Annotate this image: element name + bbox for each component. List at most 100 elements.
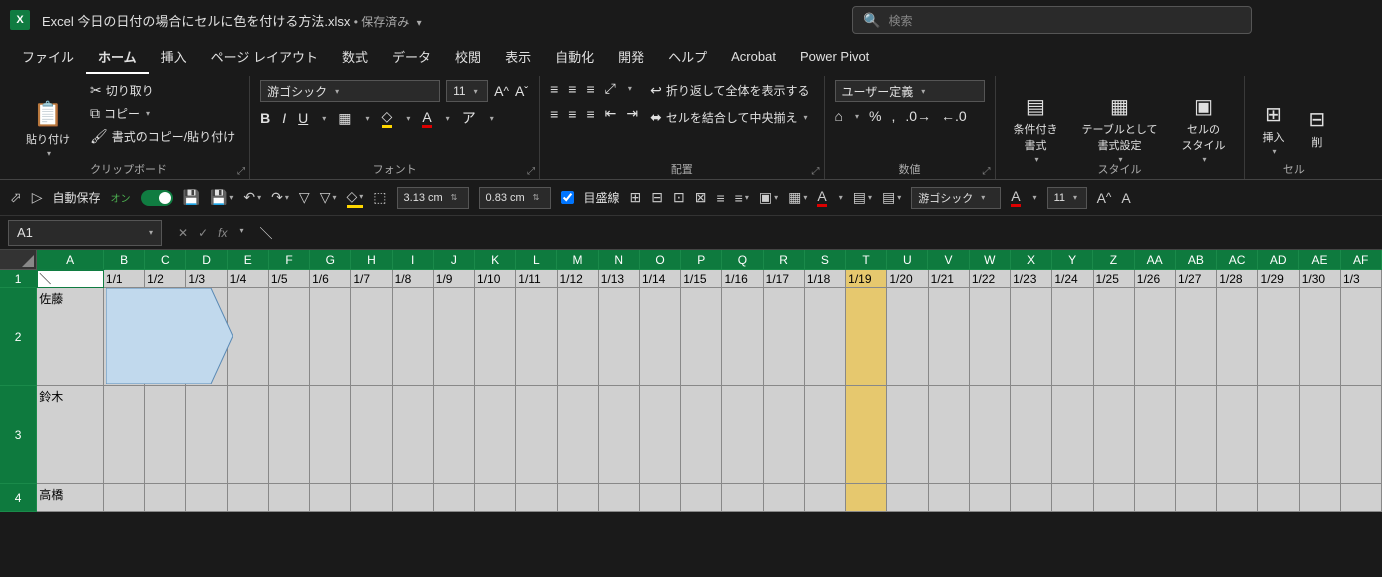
cell[interactable]: 鈴木 [37,386,104,484]
qat-font-combo[interactable]: 游ゴシック▾ [911,187,1001,209]
cell[interactable] [1094,288,1135,386]
cell[interactable] [310,484,351,512]
cell[interactable] [393,386,434,484]
cell[interactable] [1300,386,1341,484]
cell[interactable] [1176,484,1217,512]
column-header[interactable]: AB [1176,250,1217,270]
cell[interactable] [887,484,928,512]
column-header[interactable]: E [228,250,269,270]
underline-button[interactable]: U [298,110,308,126]
shape-height-input[interactable]: 3.13 cm⇅ [397,187,469,209]
cell[interactable] [434,386,475,484]
cell[interactable] [145,288,186,386]
cell[interactable]: 1/1 [104,270,145,288]
format-painter-button[interactable]: 🖌書式のコピー/貼り付け [86,126,239,147]
font-color-button[interactable]: A [422,109,431,128]
cell[interactable]: ＼ [37,270,104,288]
cell[interactable] [1258,288,1299,386]
shape-width-input[interactable]: 0.83 cm⇅ [479,187,551,209]
cell[interactable] [681,386,722,484]
column-header[interactable]: W [970,250,1011,270]
cell[interactable] [599,484,640,512]
cell[interactable]: 1/27 [1176,270,1217,288]
cell[interactable]: 1/25 [1094,270,1135,288]
cell[interactable]: 1/3 [1341,270,1382,288]
align-top-icon[interactable]: ≡ [550,81,558,97]
cell[interactable]: 1/16 [722,270,763,288]
cell[interactable] [475,288,516,386]
phonetic-button[interactable]: ア [462,108,476,128]
cell[interactable] [1094,386,1135,484]
percent-icon[interactable]: % [869,108,881,124]
comma-icon[interactable]: , [891,108,895,124]
align-icon-5[interactable]: ≡ [716,190,724,206]
cell[interactable] [1341,484,1382,512]
indent-increase-icon[interactable]: ⇥ [626,105,638,122]
cell[interactable] [1300,288,1341,386]
column-header[interactable]: AC [1217,250,1258,270]
cell[interactable] [516,288,557,386]
align-bottom-icon[interactable]: ≡ [586,81,594,97]
cell[interactable] [970,288,1011,386]
cell[interactable] [929,386,970,484]
spreadsheet-grid[interactable]: ABCDEFGHIJKLMNOPQRSTUVWXYZAAABACADAEAF 1… [0,250,1382,512]
tab-powerpivot[interactable]: Power Pivot [788,43,881,72]
cell[interactable] [351,386,392,484]
cell[interactable]: 1/6 [310,270,351,288]
cell[interactable] [310,288,351,386]
cancel-icon[interactable]: ✕ [178,226,188,240]
cell[interactable]: 1/29 [1258,270,1299,288]
column-header[interactable]: H [351,250,392,270]
orientation-icon[interactable]: ⤢ [605,80,616,97]
cell[interactable] [1094,484,1135,512]
cell[interactable] [186,386,227,484]
cell[interactable] [186,288,227,386]
align-center-icon[interactable]: ≡ [568,106,576,122]
copy-button[interactable]: ⧉コピー▾ [86,103,239,124]
gridline-checkbox[interactable] [561,191,574,204]
column-header[interactable]: R [764,250,805,270]
cell[interactable] [722,484,763,512]
cell[interactable]: 1/13 [599,270,640,288]
save-as-icon[interactable]: 💾▾ [210,189,233,206]
cell[interactable] [475,386,516,484]
increase-decimal-icon[interactable]: .0→ [905,108,931,124]
cell[interactable] [434,484,475,512]
cell[interactable] [228,484,269,512]
cell[interactable]: 1/8 [393,270,434,288]
font-family-combo[interactable]: 游ゴシック▾ [260,80,440,102]
cell[interactable] [681,484,722,512]
increase-font-qat[interactable]: A^ [1097,190,1112,206]
cell[interactable]: 1/14 [640,270,681,288]
align-left-icon[interactable]: ≡ [550,106,558,122]
cell[interactable] [764,386,805,484]
align-icon-3[interactable]: ⊡ [673,189,685,206]
search-input[interactable]: 🔍 検索 [852,6,1252,34]
cell[interactable] [1052,288,1093,386]
cell[interactable] [1217,484,1258,512]
cell[interactable] [516,484,557,512]
number-format-combo[interactable]: ユーザー定義▾ [835,80,985,102]
cell[interactable] [640,386,681,484]
column-header[interactable]: F [269,250,310,270]
column-header[interactable]: L [516,250,557,270]
border-button[interactable]: ▦ [338,110,351,127]
column-header[interactable]: Z [1093,250,1134,270]
redo-icon[interactable]: ↷▾ [271,189,289,206]
tab-file[interactable]: ファイル [10,41,86,74]
save-icon[interactable]: 💾 [183,189,200,206]
formula-input[interactable]: ＼ [251,220,1382,246]
border-icon-1[interactable]: ▣▾ [759,189,778,206]
cell[interactable] [640,288,681,386]
column-header[interactable]: AE [1299,250,1340,270]
align-right-icon[interactable]: ≡ [586,106,594,122]
cell[interactable] [805,288,846,386]
cell[interactable] [145,484,186,512]
column-header[interactable]: AF [1341,250,1382,270]
cell[interactable] [104,288,145,386]
column-header[interactable]: Q [722,250,763,270]
cell[interactable]: 1/24 [1052,270,1093,288]
column-header[interactable]: I [393,250,434,270]
sort-icon[interactable]: ▽▾ [320,189,337,206]
font-size-combo[interactable]: 11▾ [446,80,488,102]
